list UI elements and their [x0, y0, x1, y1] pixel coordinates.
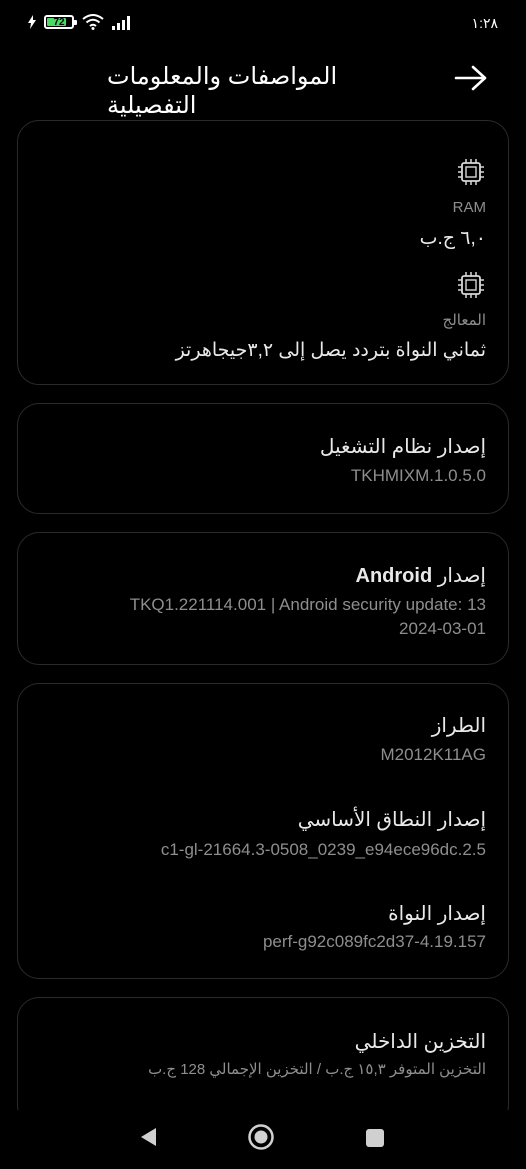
processor-chip-icon	[458, 272, 484, 298]
processor-label: المعالج	[442, 312, 486, 329]
storage-available: التخزين المتوفر ١٥,٣ ج.ب	[325, 1061, 486, 1078]
storage-separator: /	[316, 1061, 322, 1078]
back-arrow-icon[interactable]	[454, 64, 488, 92]
device-info-card: الطراز M2012K11AG إصدار النطاق الأساسي c…	[17, 683, 509, 979]
os-version-card[interactable]: إصدار نظام التشغيل TKHMIXM.1.0.5.0	[17, 403, 509, 514]
navigation-bar	[0, 1110, 526, 1169]
os-version-value: TKHMIXM.1.0.5.0	[350, 466, 486, 485]
charging-icon	[28, 15, 36, 29]
hardware-card: RAM ٦,٠ ج.ب المعالج ثماني النواة بتردد ي…	[17, 120, 509, 385]
baseband-value: c1-gl-21664.3-0508_0239_e94ece96dc.2.5	[160, 840, 486, 859]
signal-icon	[112, 16, 130, 30]
android-version-line1: TKQ1.221114.001 | Android security updat…	[129, 595, 486, 614]
nav-back-icon[interactable]	[138, 1126, 158, 1148]
app-header: المواصفات والمعلومات التفصيلية	[0, 58, 526, 119]
wifi-icon	[82, 14, 104, 30]
os-version-label: إصدار نظام التشغيل	[319, 436, 486, 458]
ram-value: ٦,٠ ج.ب	[419, 228, 486, 249]
nav-recents-icon[interactable]	[366, 1129, 384, 1147]
android-version-line2: 2024-03-01	[399, 619, 486, 638]
ram-label: RAM	[452, 199, 486, 216]
model-value: M2012K11AG	[380, 745, 486, 764]
status-bar: 72 ١:٢٨	[0, 0, 526, 46]
android-version-card[interactable]: إصدار Android TKQ1.221114.001 | Android …	[17, 532, 509, 665]
status-icons: 72	[28, 14, 134, 30]
android-label-bold: Android	[355, 565, 433, 587]
page-title: المواصفات والمعلومات التفصيلية	[107, 63, 338, 119]
ram-chip-icon	[458, 159, 484, 185]
storage-label: التخزين الداخلي	[354, 1031, 486, 1053]
android-version-label: إصدار Android	[356, 563, 486, 588]
baseband-label: إصدار النطاق الأساسي	[297, 809, 486, 831]
clock: ١:٢٨	[471, 15, 498, 31]
kernel-value: perf-g92c089fc2d37-4.19.157	[262, 932, 486, 951]
model-label: الطراز	[431, 715, 486, 737]
kernel-label: إصدار النواة	[388, 903, 486, 925]
storage-total: التخزين الإجمالي 128 ج.ب	[148, 1061, 313, 1078]
battery-level: 72	[53, 16, 65, 28]
processor-value: ثماني النواة بتردد يصل إلى ٣,٢جيجاهرتز	[175, 340, 486, 361]
nav-home-icon[interactable]	[247, 1123, 275, 1151]
android-label-prefix: إصدار	[437, 565, 486, 587]
storage-details: التخزين المتوفر ١٥,٣ ج.ب / التخزين الإجم…	[148, 1060, 486, 1078]
storage-card[interactable]: التخزين الداخلي التخزين المتوفر ١٥,٣ ج.ب…	[17, 997, 509, 1127]
battery-icon: 72	[44, 15, 77, 29]
